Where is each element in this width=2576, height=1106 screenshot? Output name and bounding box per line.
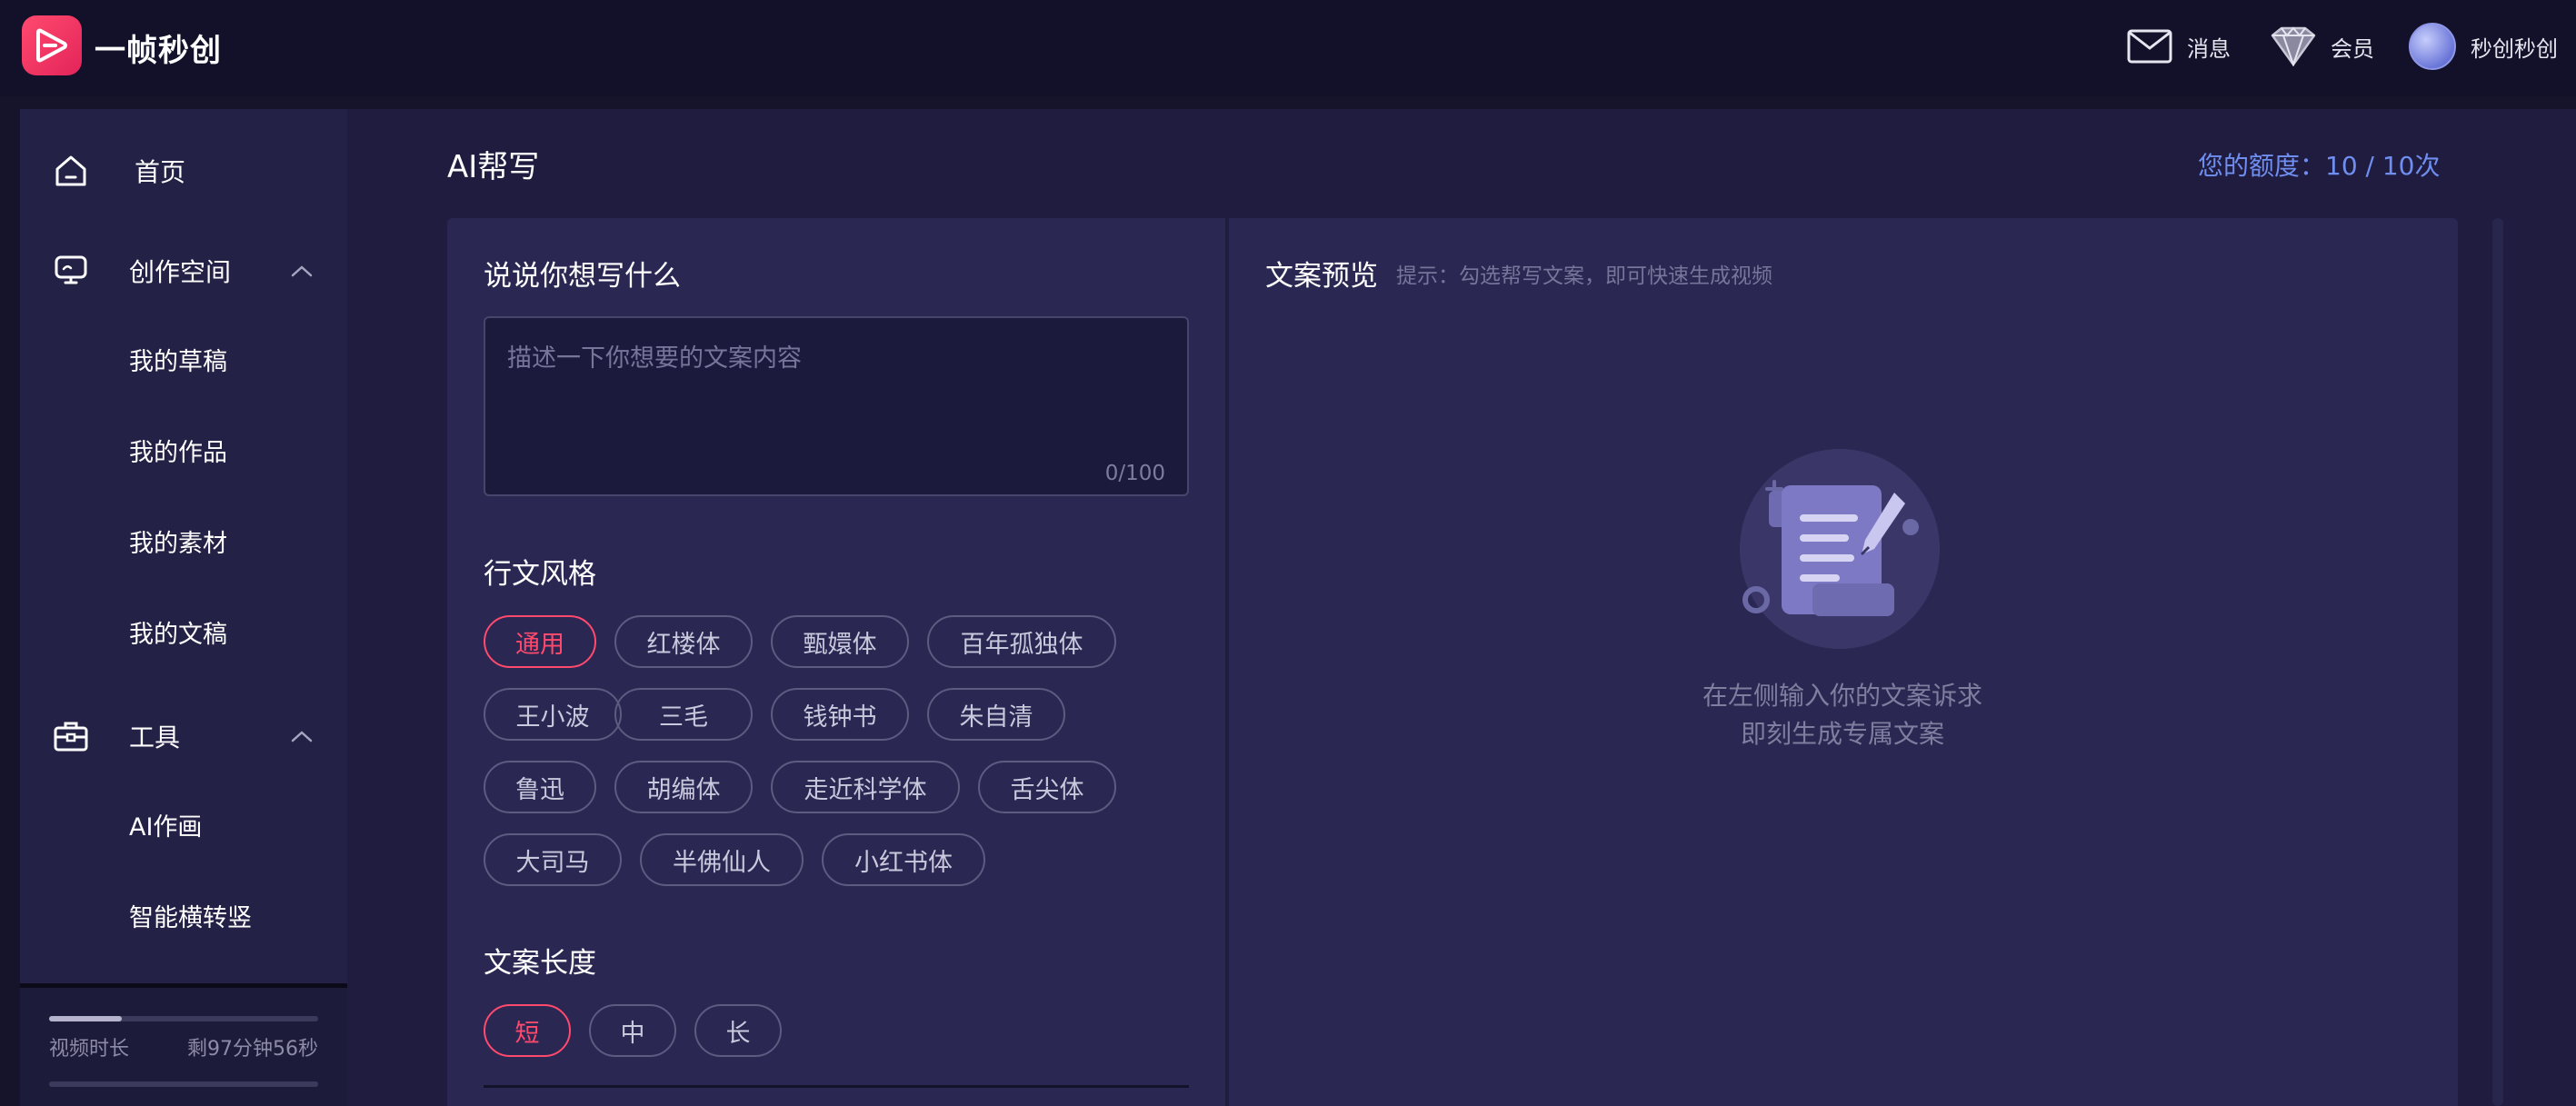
video-quota-label: 视频时长	[49, 1038, 130, 1061]
credits-balance: 您的额度：10 / 10次	[2198, 151, 2441, 181]
sidebar-item-works[interactable]: 我的作品	[129, 433, 227, 468]
app-logo[interactable]	[22, 15, 82, 75]
sidebar-item-scripts[interactable]: 我的文稿	[129, 614, 227, 650]
play-logo-icon	[36, 28, 67, 63]
sidebar: 首页 创作空间 我的草稿 我的作品 我的素材 我的文稿 工具 AI作画 智能横转…	[20, 109, 347, 983]
prompt-input[interactable]	[485, 318, 1187, 494]
style-chip-zhuziqing[interactable]: 朱自清	[927, 688, 1065, 741]
sidebar-item-tools[interactable]: 工具	[20, 709, 347, 763]
sidebar-item-landscape-to-portrait[interactable]: 智能横转竖	[129, 898, 252, 933]
empty-text-line2: 即刻生成专属文案	[1740, 719, 1944, 749]
style-chip-xiaohongshu[interactable]: 小红书体	[822, 833, 985, 886]
page-title: AI帮写	[447, 149, 540, 185]
preview-panel	[1229, 218, 2458, 1106]
char-counter: 0/100	[1104, 462, 1165, 485]
sidebar-item-home[interactable]: 首页	[20, 144, 347, 198]
style-chip-zhenhuan[interactable]: 甄嬛体	[771, 615, 909, 668]
scroll-quill-icon	[1740, 449, 1940, 649]
sidebar-item-ai-painting[interactable]: AI作画	[129, 807, 202, 842]
panel-divider	[484, 1085, 1189, 1088]
style-chip-hubian[interactable]: 胡编体	[614, 761, 753, 813]
style-section-title: 行文风格	[484, 558, 596, 591]
style-chip-dasima[interactable]: 大司马	[484, 833, 622, 886]
preview-title: 文案预览	[1265, 260, 1378, 293]
messages-button[interactable]: 消息	[2127, 24, 2231, 69]
scrollbar[interactable]	[2492, 218, 2503, 1106]
write-section-title: 说说你想写什么	[484, 260, 681, 293]
sidebar-item-label: 首页	[135, 157, 186, 187]
avatar	[2409, 23, 2456, 70]
brand-name: 一帧秒创	[95, 33, 222, 69]
sidebar-item-drafts[interactable]: 我的草稿	[129, 342, 227, 377]
style-chip-wangxiaobo[interactable]: 王小波	[484, 688, 622, 741]
length-section-title: 文案长度	[484, 947, 596, 980]
style-chip-solitude[interactable]: 百年孤独体	[927, 615, 1116, 668]
style-chip-honglou[interactable]: 红楼体	[614, 615, 753, 668]
vip-label: 会员	[2331, 35, 2374, 62]
chevron-up-icon[interactable]	[289, 728, 315, 744]
preview-hint: 提示：勾选帮写文案，即可快速生成视频	[1396, 264, 1772, 288]
style-chip-tongue[interactable]: 舌尖体	[978, 761, 1116, 813]
empty-text-line1: 在左侧输入你的文案诉求	[1702, 681, 1982, 711]
style-chip-luxun[interactable]: 鲁迅	[484, 761, 596, 813]
toolbox-icon	[54, 722, 88, 752]
messages-label: 消息	[2187, 35, 2231, 62]
prompt-textarea-box: 0/100	[484, 316, 1189, 496]
length-chip-long[interactable]: 长	[694, 1004, 782, 1057]
vip-button[interactable]: 会员	[2271, 24, 2374, 69]
style-chip-qianzhongshu[interactable]: 钱钟书	[771, 688, 909, 741]
home-icon	[55, 155, 86, 186]
sidebar-item-workspace[interactable]: 创作空间	[20, 244, 347, 298]
sidebar-item-label: 创作空间	[129, 257, 232, 287]
video-quota-text: 视频时长 剩97分钟56秒	[49, 1032, 318, 1061]
video-quota-value: 剩97分钟56秒	[187, 1038, 318, 1061]
second-quota-fill	[49, 1081, 318, 1087]
sidebar-item-label: 工具	[129, 722, 181, 752]
chevron-up-icon[interactable]	[289, 263, 315, 279]
length-chip-medium[interactable]: 中	[589, 1004, 676, 1057]
top-header: 一帧秒创 消息 会员 秒创秒创	[0, 0, 2576, 96]
length-chip-short[interactable]: 短	[484, 1004, 571, 1057]
user-name: 秒创秒创	[2471, 35, 2558, 62]
video-quota-bar	[49, 1016, 318, 1021]
style-chip-banfo[interactable]: 半佛仙人	[640, 833, 804, 886]
user-menu[interactable]: 秒创秒创	[2409, 23, 2558, 70]
envelope-icon	[2127, 29, 2172, 64]
style-chip-sanmao[interactable]: 三毛	[614, 688, 753, 741]
diamond-icon	[2271, 26, 2316, 66]
style-chip-general[interactable]: 通用	[484, 615, 596, 668]
style-chip-science[interactable]: 走近科学体	[771, 761, 960, 813]
monitor-icon	[55, 255, 87, 284]
video-quota-fill	[49, 1016, 122, 1021]
sidebar-item-assets[interactable]: 我的素材	[129, 523, 227, 559]
second-quota-bar	[49, 1081, 318, 1087]
